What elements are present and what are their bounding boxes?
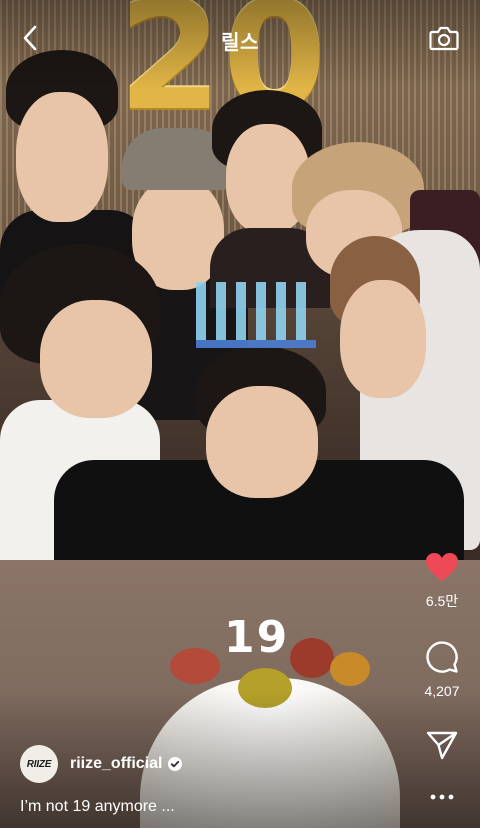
comment-count: 4,207: [424, 683, 460, 699]
avatar-logo-text: RIIZE: [26, 758, 52, 770]
like-count: 6.5만: [425, 593, 459, 609]
heart-icon: [426, 553, 458, 581]
avatar[interactable]: RIIZE: [20, 745, 58, 783]
comment-button[interactable]: 4,207: [414, 640, 470, 699]
username-link[interactable]: riize_official: [70, 755, 162, 773]
more-icon: [430, 794, 454, 800]
comment-icon: [426, 641, 458, 673]
like-button[interactable]: 6.5만: [414, 552, 470, 611]
camera-button[interactable]: [428, 22, 460, 54]
account-info: RIIZE riize_official: [20, 744, 183, 784]
verified-badge-icon: [168, 757, 183, 771]
camera-icon: [429, 26, 459, 51]
share-button[interactable]: [414, 730, 470, 765]
page-title: 릴스: [221, 32, 259, 54]
more-options-button[interactable]: [414, 788, 470, 806]
send-icon: [426, 731, 458, 760]
number-candles: 19: [224, 612, 290, 663]
caption-text[interactable]: I’m not 19 anymore ...: [20, 798, 175, 816]
